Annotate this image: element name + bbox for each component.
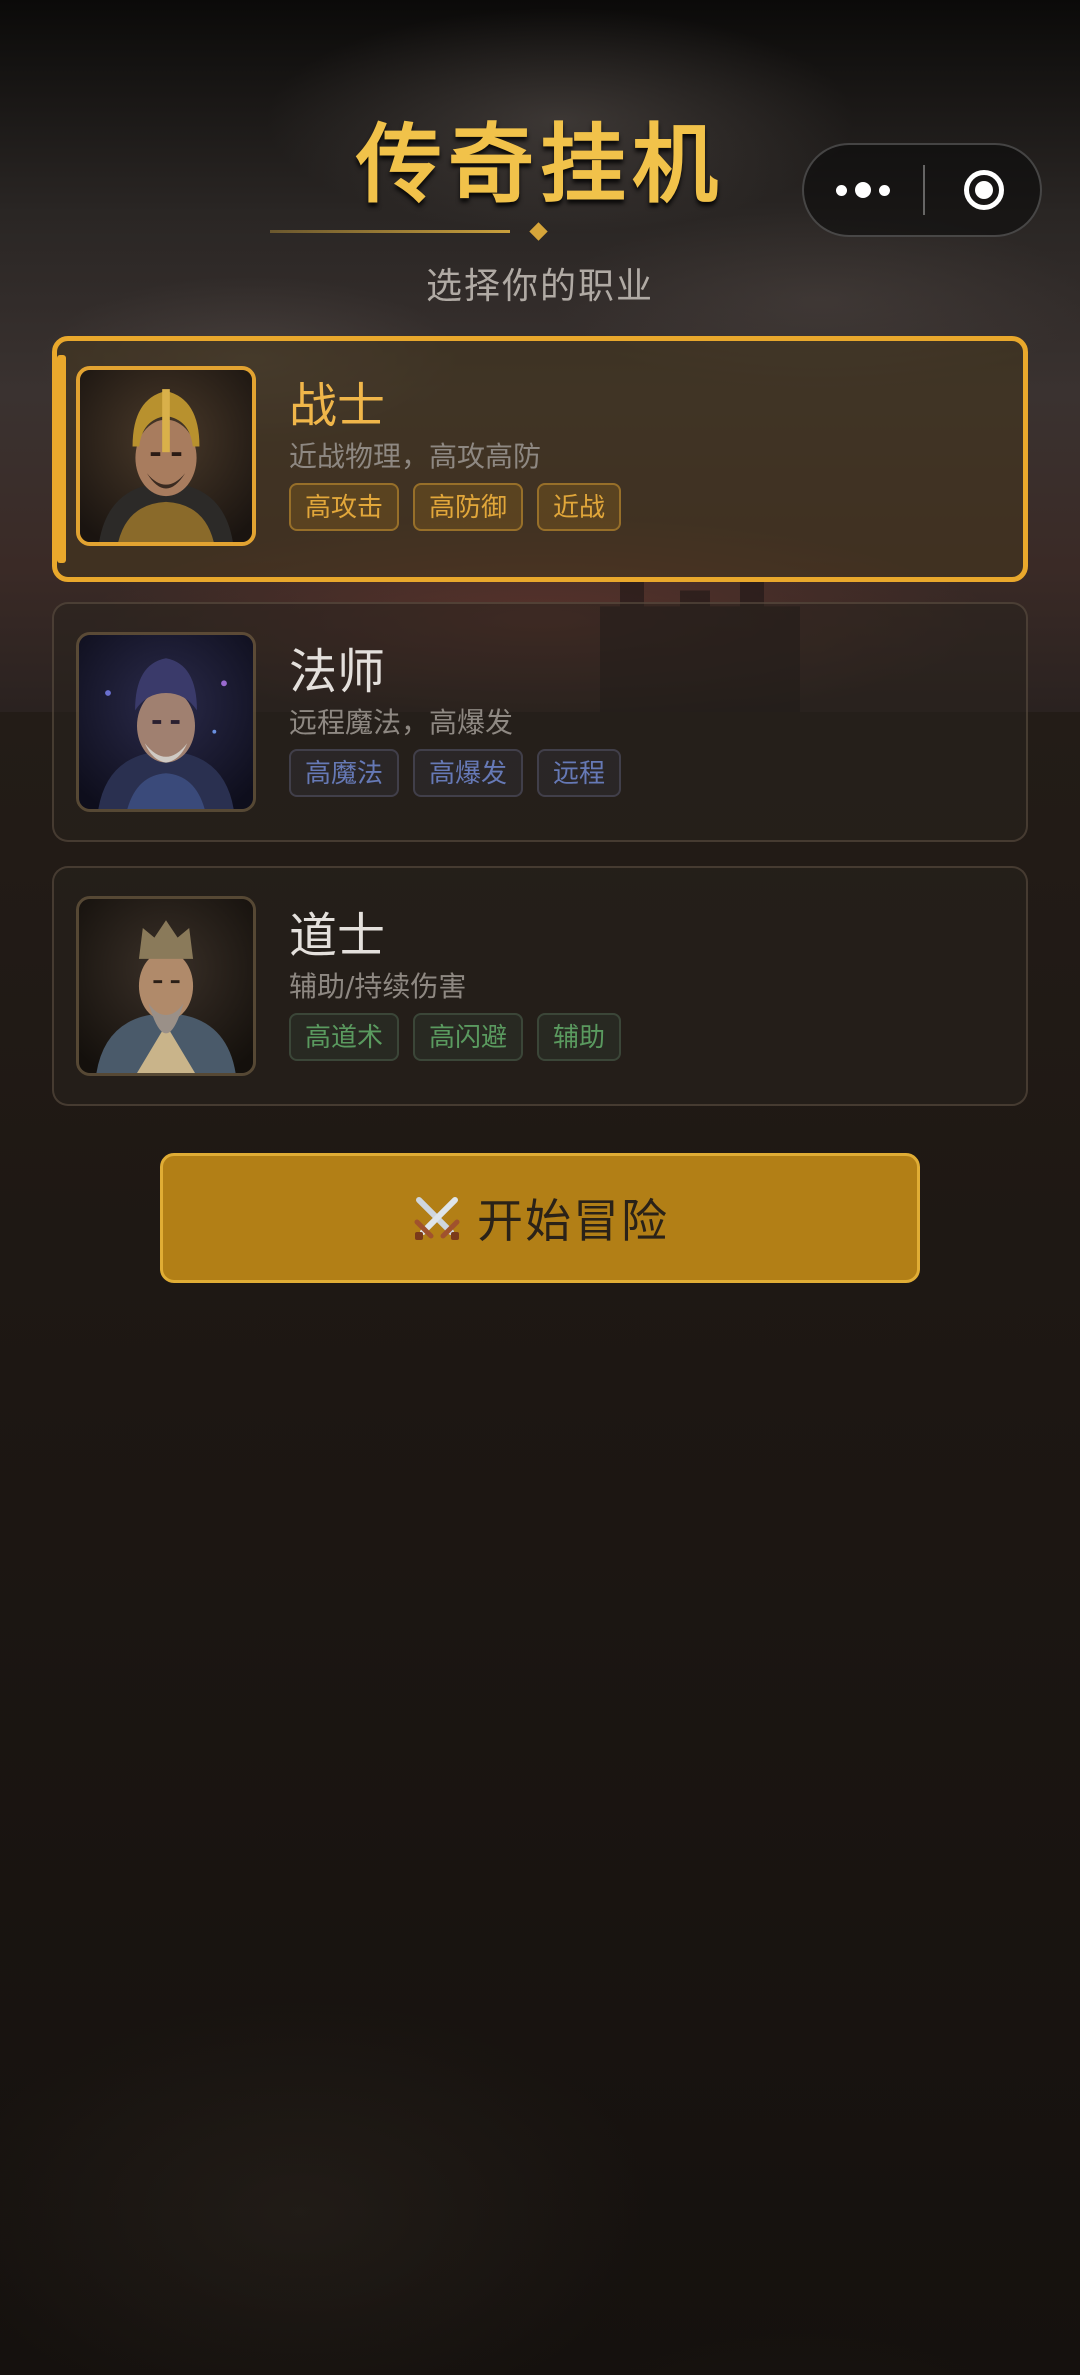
crossed-swords-icon [414, 1197, 460, 1240]
start-adventure-button[interactable]: 开始冒险 [160, 1153, 920, 1283]
more-dots-icon[interactable] [804, 145, 922, 235]
warrior-portrait [76, 366, 256, 546]
class-tags: 高攻击 高防御 近战 [289, 483, 635, 531]
class-tags: 高魔法 高爆发 远程 [289, 749, 635, 797]
class-card-warrior[interactable]: 战士 近战物理，高攻高防 高攻击 高防御 近战 [52, 336, 1028, 582]
tag: 高魔法 [289, 749, 400, 797]
class-name: 法师 [289, 644, 386, 700]
tag: 高防御 [413, 483, 524, 531]
class-description: 近战物理，高攻高防 [289, 440, 542, 473]
class-name: 道士 [289, 908, 386, 964]
taoist-portrait [76, 896, 256, 1076]
miniprogram-capsule [802, 143, 1042, 237]
capsule-divider [923, 165, 925, 215]
title-underline [270, 230, 510, 233]
tag: 辅助 [537, 1013, 622, 1061]
mage-portrait [76, 632, 256, 812]
class-card-mage[interactable]: 法师 远程魔法，高爆发 高魔法 高爆发 远程 [52, 602, 1028, 842]
tag: 远程 [537, 749, 622, 797]
class-tags: 高道术 高闪避 辅助 [289, 1013, 635, 1061]
tag: 高爆发 [413, 749, 524, 797]
start-button-label: 开始冒险 [477, 1194, 669, 1248]
class-name: 战士 [289, 378, 386, 434]
class-card-taoist[interactable]: 道士 辅助/持续伤害 高道术 高闪避 辅助 [52, 866, 1028, 1106]
tag: 近战 [537, 483, 622, 531]
selected-accent-bar [57, 355, 66, 563]
tag: 高道术 [289, 1013, 400, 1061]
tag: 高攻击 [289, 483, 400, 531]
class-description: 辅助/持续伤害 [289, 970, 467, 1003]
target-circle-icon[interactable] [926, 145, 1042, 235]
tag: 高闪避 [413, 1013, 524, 1061]
page-subtitle: 选择你的职业 [425, 266, 654, 307]
class-description: 远程魔法，高爆发 [289, 706, 514, 739]
